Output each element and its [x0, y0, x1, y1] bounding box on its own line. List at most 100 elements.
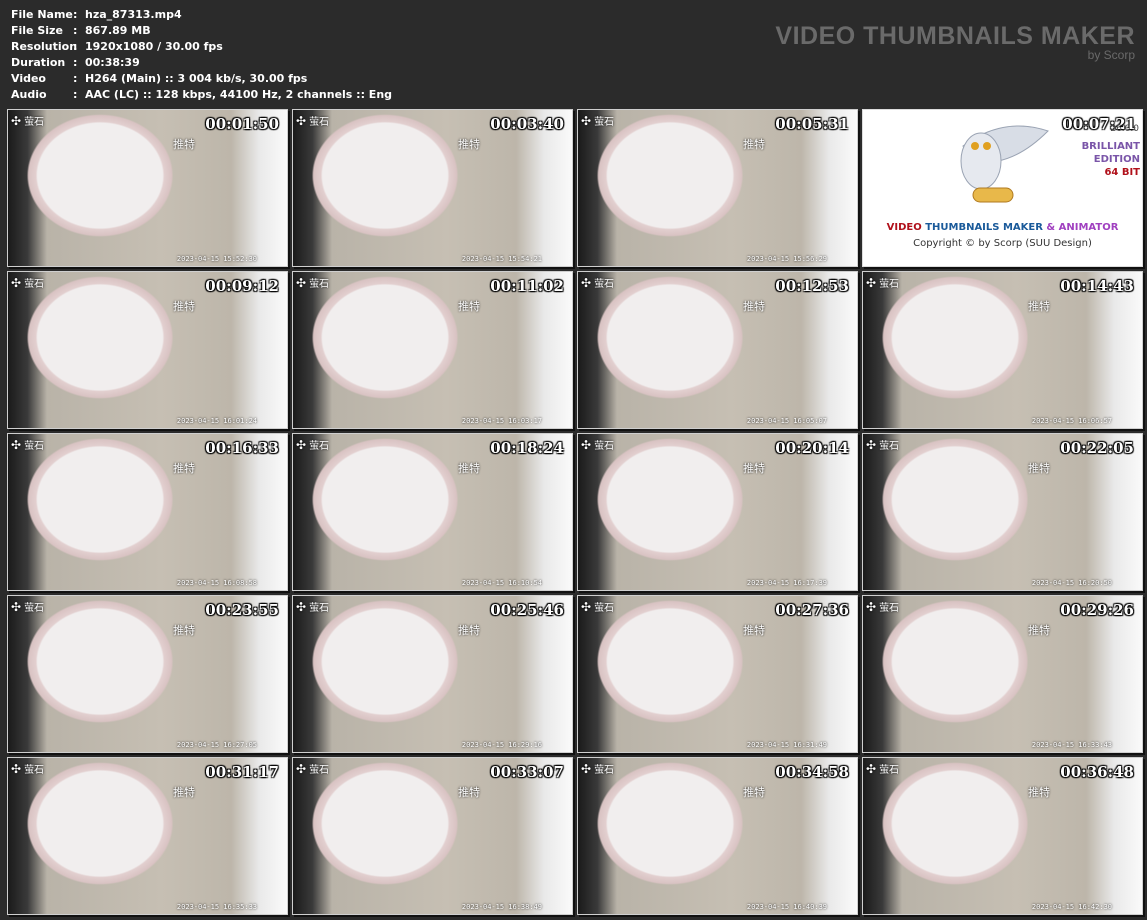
thumbnail-time: 00:25:46: [490, 601, 564, 619]
camera-logo: ✣ 萤石: [581, 275, 615, 291]
info-row: Duration:00:38:39: [11, 55, 392, 71]
video-thumbnail[interactable]: ✣ 萤石 推特 00:20:14 2023-04-15 16:17:39: [577, 433, 858, 591]
camera-timestamp: 2023-04-15 16:01:24: [176, 417, 257, 425]
video-thumbnail[interactable]: ✣ 萤石 推特 00:03:40 2023-04-15 15:54:21: [292, 109, 573, 267]
copyright: Copyright © by Scorp (SUU Design): [913, 238, 1092, 249]
fan-icon: ✣: [296, 761, 307, 776]
video-thumbnail[interactable]: ✣ 萤石 推特 00:27:36 2023-04-15 16:31:49: [577, 595, 858, 753]
camera-timestamp: 2023-04-15 16:10:54: [461, 579, 542, 587]
info-value: 00:38:39: [85, 56, 140, 69]
video-thumbnail[interactable]: ✣ 萤石 推特 00:25:46 2023-04-15 16:29:16: [292, 595, 573, 753]
camera-logo-text: 萤石: [24, 117, 45, 128]
watermark: 推特: [1028, 786, 1050, 799]
promo-thumbnail: 00:07:21 26.0.0 BRILLIANT EDITION 64 BIT …: [862, 109, 1143, 267]
thumbnail-time: 00:27:36: [775, 601, 849, 619]
thumbnail-time: 00:31:17: [205, 763, 279, 781]
name-part: THUMBNAILS MAKER: [925, 222, 1043, 233]
video-thumbnail[interactable]: ✣ 萤石 推特 00:12:53 2023-04-15 16:05:07: [577, 271, 858, 429]
fan-icon: ✣: [581, 275, 592, 290]
camera-logo-text: 萤石: [594, 279, 615, 290]
thumbnail-time: 00:14:43: [1060, 277, 1134, 295]
camera-logo: ✣ 萤石: [866, 437, 900, 453]
video-thumbnail[interactable]: ✣ 萤石 推特 00:36:48 2023-04-15 16:42:30: [862, 757, 1143, 915]
camera-logo-text: 萤石: [309, 441, 330, 452]
camera-logo: ✣ 萤石: [581, 113, 614, 129]
camera-timestamp: 2023-04-15 16:20:50: [1031, 579, 1112, 587]
info-label: Video: [11, 72, 46, 85]
fan-icon: ✣: [866, 437, 877, 452]
camera-logo-text: 萤石: [24, 441, 45, 452]
video-thumbnail[interactable]: ✣ 萤石 推特 00:05:31 2023-04-15 15:56:29: [577, 109, 858, 267]
info-row: Resolution:1920x1080 / 30.00 fps: [11, 39, 392, 55]
watermark: 推特: [173, 300, 195, 313]
video-thumbnail[interactable]: ✣ 萤石 推特 00:18:24 2023-04-15 16:10:54: [292, 433, 573, 591]
watermark: 推特: [458, 624, 480, 637]
watermark: 推特: [173, 138, 195, 151]
name-part: & ANIMATOR: [1046, 222, 1119, 233]
fan-icon: ✣: [581, 437, 592, 452]
camera-timestamp: 2023-04-15 15:56:29: [746, 255, 827, 263]
video-thumbnail[interactable]: ✣ 萤石 推特 00:29:26 2023-04-15 16:33:43: [862, 595, 1143, 753]
camera-logo: ✣ 萤石: [581, 437, 615, 453]
owl-logo-icon: [960, 125, 1049, 203]
camera-timestamp: 2023-04-15 16:33:43: [1031, 741, 1112, 749]
video-thumbnail[interactable]: ✣ 萤石 推特 00:11:02 2023-04-15 16:03:17: [292, 271, 573, 429]
fan-icon: ✣: [11, 275, 22, 290]
video-thumbnail[interactable]: ✣ 萤石 推特 00:22:05 2023-04-15 16:20:50: [862, 433, 1143, 591]
thumbnail-time: 00:36:48: [1060, 763, 1134, 781]
camera-logo-text: 萤石: [24, 603, 45, 614]
video-thumbnail[interactable]: ✣ 萤石 推特 00:31:17 2023-04-15 16:35:33: [7, 757, 288, 915]
info-separator: :: [73, 72, 78, 85]
watermark: 推特: [743, 300, 765, 313]
camera-logo: ✣ 萤石: [11, 275, 45, 291]
watermark: 推特: [173, 624, 195, 637]
thumbnail-time: 00:29:26: [1060, 601, 1134, 619]
watermark: 推特: [743, 624, 765, 637]
camera-logo: ✣ 萤石: [866, 599, 900, 615]
video-thumbnail[interactable]: ✣ 萤石 推特 00:34:58 2023-04-15 16:40:39: [577, 757, 858, 915]
video-thumbnail[interactable]: ✣ 萤石 推特 00:01:50 2023-04-15 15:52:30: [7, 109, 288, 267]
thumbnail-time: 00:22:05: [1060, 439, 1134, 457]
video-thumbnail[interactable]: ✣ 萤石 推特 00:16:33 2023-04-15 16:08:58: [7, 433, 288, 591]
camera-timestamp: 2023-04-15 16:03:17: [461, 417, 542, 425]
video-thumbnail[interactable]: ✣ 萤石 推特 00:09:12 2023-04-15 16:01:24: [7, 271, 288, 429]
bits-label: 64 BIT: [1104, 167, 1140, 178]
camera-logo-text: 萤石: [879, 765, 900, 776]
video-thumbnail[interactable]: ✣ 萤石 推特 00:33:07 2023-04-15 16:38:49: [292, 757, 573, 915]
thumbnail-time: 00:01:50: [205, 115, 279, 133]
watermark: 推特: [743, 138, 765, 151]
thumbnail-time: 00:12:53: [775, 277, 849, 295]
camera-timestamp: 2023-04-15 16:08:58: [176, 579, 257, 587]
name-part: VIDEO: [886, 222, 922, 233]
camera-timestamp: 2023-04-15 16:42:30: [1031, 903, 1112, 911]
thumbnail-time: 00:18:24: [490, 439, 564, 457]
fan-icon: ✣: [866, 275, 877, 290]
camera-logo-text: 萤石: [879, 441, 900, 452]
file-info: File Name: hza_87313.mp4 File Size:867.89 …: [11, 7, 392, 103]
fan-icon: ✣: [296, 599, 307, 614]
camera-logo-text: 萤石: [594, 765, 615, 776]
video-thumbnail[interactable]: ✣ 萤石 推特 00:14:43 2023-04-15 16:06:57: [862, 271, 1143, 429]
info-label: Duration: [11, 56, 66, 69]
fan-icon: ✣: [11, 761, 22, 776]
info-row: Audio: AAC (LC) :: 128 kbps, 44100 Hz, 2 …: [11, 87, 392, 103]
camera-logo-text: 萤石: [879, 603, 900, 614]
camera-logo: ✣ 萤石: [296, 761, 329, 777]
watermark: 推特: [458, 138, 480, 151]
watermark: 推特: [458, 786, 480, 799]
camera-logo-text: 萤石: [594, 441, 615, 452]
camera-timestamp: 2023-04-15 16:17:39: [746, 579, 827, 587]
fan-icon: ✣: [11, 599, 22, 614]
info-separator: :: [73, 24, 78, 37]
camera-logo-text: 萤石: [24, 279, 45, 290]
fan-icon: ✣: [866, 761, 877, 776]
thumbnail-time: 00:23:55: [205, 601, 279, 619]
camera-timestamp: 2023-04-15 16:35:33: [176, 903, 257, 911]
watermark: 推特: [1028, 300, 1050, 313]
camera-logo: ✣ 萤石: [11, 113, 45, 129]
info-separator: :: [73, 40, 78, 53]
watermark: 推特: [458, 462, 480, 475]
video-thumbnail[interactable]: ✣ 萤石 推特 00:23:55 2023-04-15 16:27:05: [7, 595, 288, 753]
watermark: 推特: [743, 462, 765, 475]
info-value: 867.89 MB: [85, 24, 151, 37]
